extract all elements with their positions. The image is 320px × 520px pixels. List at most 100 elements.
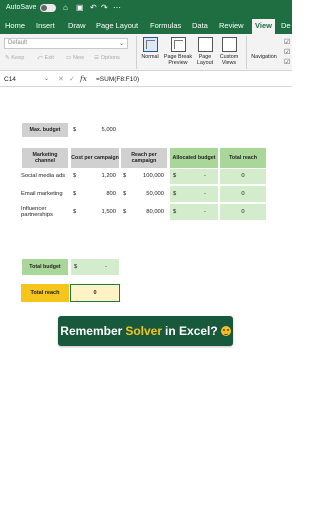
name-box[interactable]: C14 [4, 76, 16, 83]
autosave-toggle[interactable] [40, 4, 56, 12]
ribbon: Default ⌄ ✎ Keep ⤺ Exit ▭ New ☰ Options … [0, 34, 292, 71]
allocated-value: - [204, 190, 206, 197]
total-reach-selected-cell[interactable]: 0 [70, 284, 120, 302]
currency-symbol: $ [73, 190, 77, 197]
table-row-channel[interactable]: Social media ads [21, 168, 69, 184]
header-total-reach: Total reach [219, 147, 267, 169]
allocated-value: - [204, 208, 206, 215]
page-break-icon [170, 37, 186, 52]
reach-value: 50,000 [146, 190, 164, 197]
total-budget-label: Total budget [21, 258, 69, 276]
cost-value: 1,500 [101, 208, 116, 215]
table-row-total-reach[interactable]: 0 [219, 203, 267, 221]
header-reach-per-campaign: Reach per campaign [120, 147, 168, 169]
table-row-total-reach[interactable]: 0 [219, 185, 267, 203]
tab-home[interactable]: Home [5, 21, 25, 30]
table-row-channel[interactable]: Email marketing [21, 186, 69, 202]
max-budget-label-text: Max. budget [29, 126, 61, 133]
page-layout-label: Page Layout [196, 54, 214, 66]
total-reach-value: 0 [93, 289, 97, 296]
currency-symbol: $ [73, 126, 77, 133]
ribbon-divider [246, 36, 247, 69]
max-budget-cell[interactable]: $ 5,000 [70, 122, 120, 138]
currency-symbol: $ [123, 172, 127, 179]
currency-symbol: $ [123, 190, 127, 197]
tab-review[interactable]: Review [219, 21, 244, 30]
table-row-channel[interactable]: Influencer partnerships [21, 203, 69, 221]
table-row-total-reach[interactable]: 0 [219, 168, 267, 185]
enter-icon[interactable]: ✓ [69, 75, 75, 83]
table-row-cost[interactable]: $ 1,500 [70, 204, 120, 220]
options-button[interactable]: ☰ Options [94, 55, 120, 61]
ruler-checkbox[interactable]: ☑ [284, 38, 290, 46]
header-cost-per-campaign: Cost per campaign [70, 147, 120, 169]
options-icon: ☰ [94, 55, 101, 61]
total-budget-label-text: Total budget [29, 263, 61, 270]
solver-banner: Remember Solver in Excel? [58, 316, 233, 346]
header-cost-text: Cost per campaign [71, 154, 119, 161]
total-reach-label-text: Total reach [30, 289, 60, 296]
normal-view-button[interactable]: Normal [139, 37, 161, 60]
sheet-view-select[interactable]: Default ⌄ [4, 38, 128, 49]
normal-view-label: Normal [141, 54, 159, 60]
currency-symbol: $ [173, 190, 177, 197]
header-total-reach-text: Total reach [229, 154, 257, 161]
formula-bar: C14 ⌄ ✕ ✓ fx =SUM(F8:F10) [0, 72, 292, 87]
save-icon[interactable]: ▣ [76, 3, 84, 13]
tab-view[interactable]: View [252, 19, 275, 34]
tab-data[interactable]: Data [192, 21, 208, 30]
function-icon[interactable]: fx [80, 74, 87, 83]
table-row-reach[interactable]: $ 80,000 [120, 204, 168, 220]
keep-button[interactable]: ✎ Keep [5, 55, 24, 61]
tab-draw[interactable]: Draw [68, 21, 86, 30]
undo-icon[interactable]: ↶ [90, 3, 97, 13]
max-budget-label: Max. budget [21, 122, 69, 138]
exit-button[interactable]: ⤺ Exit [37, 55, 54, 62]
reach-value: 100,000 [143, 172, 164, 179]
currency-symbol: $ [74, 263, 78, 270]
header-reach-text: Reach per campaign [131, 151, 157, 165]
custom-views-label: Custom Views [219, 54, 239, 66]
reach-value: 80,000 [146, 208, 164, 215]
new-button[interactable]: ▭ New [66, 55, 84, 61]
formula-input[interactable]: =SUM(F8:F10) [96, 76, 139, 83]
tab-page-layout[interactable]: Page Layout [96, 21, 138, 30]
more-icon[interactable]: ⋯ [113, 3, 121, 13]
new-label: New [72, 55, 85, 61]
table-row-allocated[interactable]: $ - [169, 203, 219, 221]
table-row-cost[interactable]: $ 1,200 [70, 168, 120, 184]
worksheet[interactable]: Max. budget $ 5,000 Marketing channel Co… [0, 88, 292, 520]
page-break-preview-button[interactable]: Page Break Preview [163, 37, 193, 66]
gridlines-checkbox[interactable]: ☑ [284, 58, 290, 66]
exit-label: Exit [44, 55, 54, 61]
chevron-down-icon[interactable]: ⌄ [44, 75, 49, 82]
table-row-allocated[interactable]: $ - [169, 185, 219, 203]
page-layout-icon [197, 37, 213, 52]
table-row-reach[interactable]: $ 50,000 [120, 186, 168, 202]
page-layout-view-button[interactable]: Page Layout [195, 37, 215, 66]
banner-text-after: in Excel? [165, 324, 218, 338]
tab-developer[interactable]: De [281, 21, 291, 30]
navigation-label: Navigation [251, 54, 277, 60]
allocated-value: - [204, 173, 206, 180]
tab-formulas[interactable]: Formulas [150, 21, 181, 30]
table-row-cost[interactable]: $ 800 [70, 186, 120, 202]
navigation-button[interactable]: Navigation [248, 37, 280, 60]
new-icon: ▭ [66, 55, 73, 61]
total-budget-cell[interactable]: $ - [70, 258, 120, 276]
keep-label: Keep [11, 55, 25, 61]
ribbon-tabs: Home Insert Draw Page Layout Formulas Da… [0, 17, 292, 34]
redo-icon[interactable]: ↷ [101, 3, 108, 13]
cancel-icon[interactable]: ✕ [58, 75, 64, 83]
total-reach-value: 0 [241, 190, 245, 197]
table-row-reach[interactable]: $ 100,000 [120, 168, 168, 184]
tab-insert[interactable]: Insert [36, 21, 55, 30]
page-break-label: Page Break Preview [163, 54, 193, 66]
total-reach-value: 0 [241, 208, 245, 215]
home-icon[interactable]: ⌂ [63, 3, 68, 13]
formula-bar-checkbox[interactable]: ☑ [284, 48, 290, 56]
total-budget-value: - [105, 263, 107, 270]
table-row-allocated[interactable]: $ - [169, 168, 219, 185]
custom-views-button[interactable]: Custom Views [217, 37, 241, 66]
autosave-label: AutoSave [6, 4, 37, 11]
